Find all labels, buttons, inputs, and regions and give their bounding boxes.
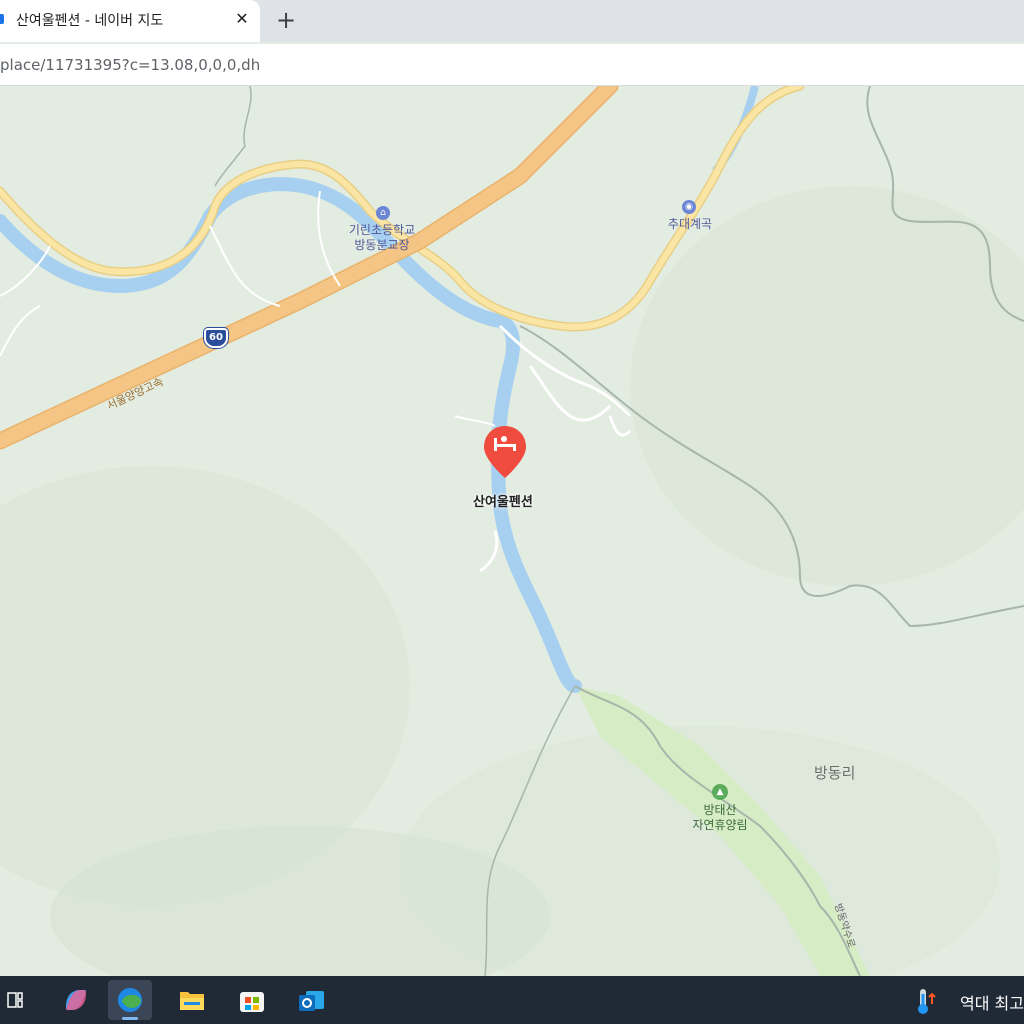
task-view-pane: [7, 992, 17, 1008]
village-label: 방동리: [814, 764, 856, 782]
map-canvas[interactable]: 60 서울양양고속 ⌂ 기린초등학교 방동분교장 ◉ 추대계곡 산여울펜션 방동…: [0, 86, 1024, 976]
store-button[interactable]: [230, 980, 274, 1020]
new-tab-button[interactable]: +: [276, 6, 296, 34]
tab-bar: 산여울펜션 - 네이버 지도 ✕ +: [0, 0, 1024, 42]
tab-active[interactable]: 산여울펜션 - 네이버 지도 ✕: [0, 0, 260, 42]
thermometer-icon[interactable]: [912, 986, 940, 1016]
bed-icon-base: [494, 444, 516, 447]
school-label-line2: 방동분교장: [354, 238, 410, 252]
school-label[interactable]: 기린초등학교 방동분교장: [342, 223, 422, 253]
address-bar[interactable]: place/11731395?c=13.08,0,0,0,dh: [0, 44, 1024, 86]
file-explorer-icon: [180, 992, 204, 1010]
task-view-button[interactable]: [0, 980, 44, 1020]
expressway-shield-icon: 60: [204, 328, 228, 348]
edge-button[interactable]: [108, 980, 152, 1020]
folder-bar: [184, 1002, 200, 1005]
minor-road: [0, 305, 41, 357]
file-explorer-button[interactable]: [170, 980, 214, 1020]
minor-road: [479, 530, 499, 573]
tab-title: 산여울펜션 - 네이버 지도: [16, 13, 164, 29]
edge-icon: [118, 988, 142, 1012]
map-graphics: [0, 86, 1024, 976]
forest-label-line2: 자연휴양림: [692, 818, 748, 832]
minor-road: [528, 365, 612, 422]
naver-map-favicon-icon: [0, 14, 4, 24]
thermo-bulb: [918, 1004, 928, 1014]
bed-icon-foot: [513, 444, 516, 451]
school-icon[interactable]: ⌂: [376, 206, 390, 220]
task-view-pane: [17, 1000, 23, 1008]
store-logo-tile: [245, 1005, 251, 1010]
forest-label[interactable]: 방태산 자연휴양림: [680, 803, 760, 833]
pin-body: [484, 426, 526, 478]
thermo-arrow: [928, 992, 936, 1004]
store-logo-tile: [253, 997, 259, 1003]
active-app-indicator: [122, 1017, 138, 1020]
bed-icon-head: [494, 438, 497, 451]
valley-label[interactable]: 추대계곡: [660, 217, 720, 232]
attraction-icon[interactable]: ◉: [682, 200, 696, 214]
store-bag: [240, 992, 264, 1012]
outlook-button[interactable]: [290, 980, 334, 1020]
outlook-icon: [299, 991, 324, 1011]
store-logo-tile: [245, 997, 251, 1003]
store-logo-tile: [253, 1005, 259, 1010]
outlook-front: [299, 995, 315, 1011]
school-label-line1: 기린초등학교: [348, 223, 416, 237]
taskbar: 역대 최고: [0, 976, 1024, 1024]
selected-place-label[interactable]: 산여울펜션: [473, 491, 533, 510]
minor-road: [608, 415, 632, 437]
lodging-pin-icon[interactable]: [482, 424, 528, 480]
copilot-button[interactable]: [54, 980, 98, 1020]
store-icon: [240, 992, 264, 1012]
task-view-pane: [17, 992, 23, 1000]
terrain-shade: [630, 186, 1024, 586]
minor-road: [209, 225, 281, 307]
bed-icon-pillow: [501, 436, 507, 442]
forest-label-line1: 방태산: [703, 803, 737, 817]
task-view-icon: [7, 992, 23, 1008]
weather-text[interactable]: 역대 최고: [960, 990, 1024, 1014]
boundary-line: [214, 86, 252, 187]
copilot-icon: [66, 990, 86, 1010]
forest-icon[interactable]: ▲: [712, 784, 728, 800]
close-tab-icon[interactable]: ✕: [233, 8, 251, 30]
url-text[interactable]: place/11731395?c=13.08,0,0,0,dh: [0, 56, 260, 74]
